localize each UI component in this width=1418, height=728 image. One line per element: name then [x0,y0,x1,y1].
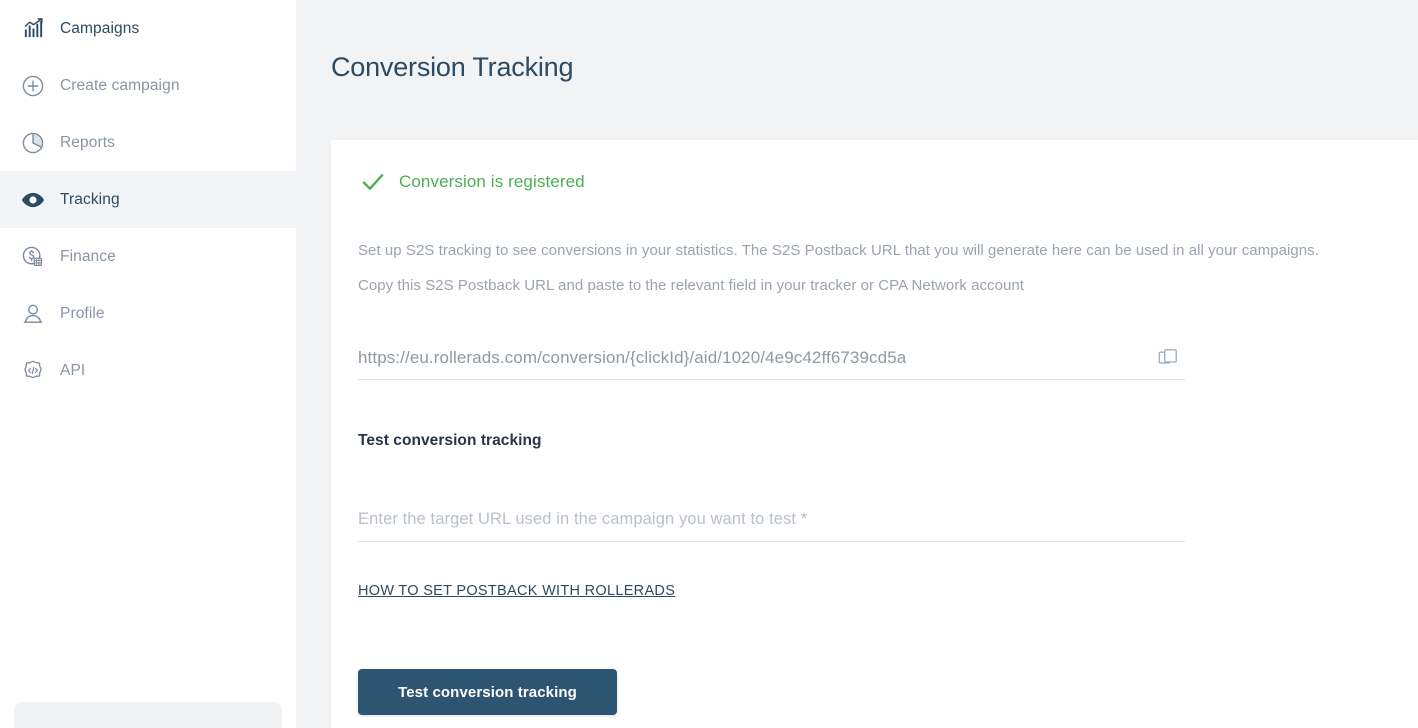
sidebar-item-campaigns[interactable]: Campaigns [0,0,296,57]
plus-circle-icon [18,71,48,101]
target-url-input[interactable] [358,510,1185,529]
how-to-set-postback-link[interactable]: HOW TO SET POSTBACK WITH ROLLERADS [358,583,675,599]
description-line-1: Set up S2S tracking to see conversions i… [358,242,1319,259]
postback-url-value: https://eu.rollerads.com/conversion/{cli… [358,347,907,367]
pie-chart-icon [18,128,48,158]
dollar-coin-icon [18,242,48,272]
sidebar-item-tracking[interactable]: Tracking [0,171,296,228]
sidebar-item-label: Finance [60,247,116,265]
sidebar-item-profile[interactable]: Profile [0,285,296,342]
sidebar-bottom-panel [14,702,282,728]
app-root: Campaigns Create campaign Reports Tracki… [0,0,1418,728]
code-badge-icon [18,356,48,386]
bar-chart-icon [18,14,48,44]
sidebar-item-label: Reports [60,133,115,151]
sidebar-item-label: Tracking [60,190,120,208]
sidebar-item-label: Campaigns [60,19,140,37]
status-banner: Conversion is registered [358,167,585,197]
sidebar-item-reports[interactable]: Reports [0,114,296,171]
conversion-tracking-card: Conversion is registered Set up S2S trac… [331,140,1418,728]
test-conversion-tracking-button[interactable]: Test conversion tracking [358,669,617,715]
sidebar-item-label: API [60,361,86,379]
page-title: Conversion Tracking [331,52,574,82]
postback-url-field[interactable]: https://eu.rollerads.com/conversion/{cli… [358,336,1185,380]
status-text: Conversion is registered [399,172,585,191]
sidebar-item-label: Profile [60,304,105,322]
eye-icon [18,185,48,215]
description-line-2: Copy this S2S Postback URL and paste to … [358,277,1025,294]
sidebar-item-api[interactable]: API [0,342,296,399]
main-content: Conversion Tracking Conversion is regist… [296,0,1418,728]
sidebar: Campaigns Create campaign Reports Tracki… [0,0,296,728]
sidebar-item-finance[interactable]: Finance [0,228,296,285]
check-icon [358,167,388,197]
sidebar-item-label: Create campaign [60,76,180,94]
target-url-field[interactable] [358,498,1185,542]
copy-icon[interactable] [1155,345,1181,371]
user-icon [18,299,48,329]
section-title: Test conversion tracking [358,432,542,449]
sidebar-item-create-campaign[interactable]: Create campaign [0,57,296,114]
